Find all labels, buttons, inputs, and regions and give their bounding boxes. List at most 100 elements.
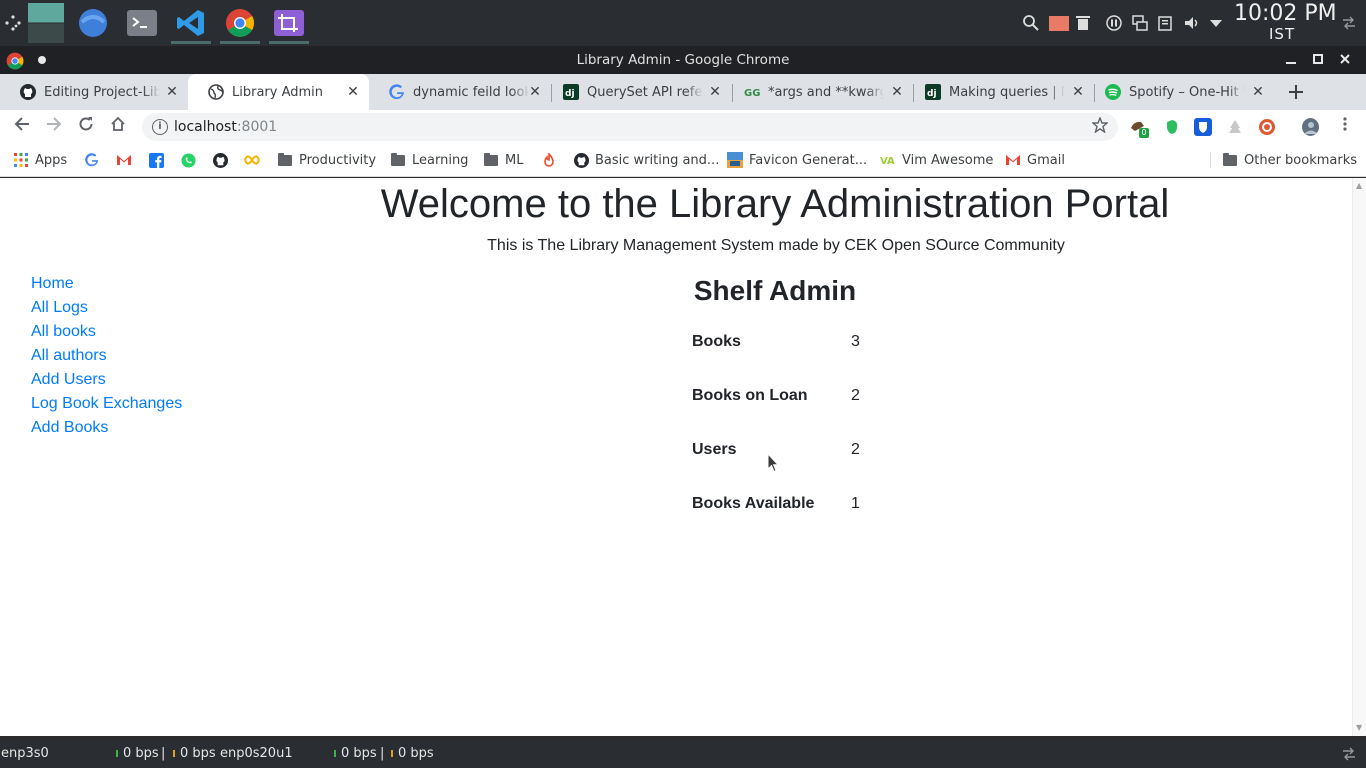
bookmark-gmail-icon-only[interactable] (116, 150, 138, 170)
tab-close-icon[interactable]: ✕ (527, 84, 543, 100)
folder-icon (1222, 152, 1238, 168)
scroll-down-icon[interactable]: ▼ (1356, 723, 1362, 732)
tab-title: dynamic feild lookup (413, 84, 529, 100)
tab-queryset-api[interactable]: dj QuerySet API reference ✕ (543, 74, 731, 110)
reload-button[interactable] (74, 115, 98, 139)
bookmark-whatsapp[interactable] (180, 150, 202, 170)
clipboard-icon[interactable] (1158, 15, 1172, 31)
forward-button[interactable] (42, 115, 66, 139)
panel-settings-icon[interactable] (1341, 746, 1357, 762)
bookmark-label: Favicon Generat... (749, 152, 868, 168)
tab-args-kwargs[interactable]: GG *args and **kwargs ✕ (724, 74, 913, 110)
sidebar-link-log-book-exchanges[interactable]: Log Book Exchanges (31, 392, 182, 416)
tray-expand-icon[interactable] (1210, 18, 1222, 28)
tab-library-admin[interactable]: Library Admin ✕ (188, 74, 369, 110)
home-icon (111, 116, 125, 131)
tab-close-icon[interactable]: ✕ (707, 84, 723, 100)
bookmark-folder-learning[interactable]: Learning (390, 150, 468, 170)
minimize-button[interactable] (1281, 50, 1301, 70)
tab-title: Library Admin (232, 84, 324, 100)
bookmark-other-bookmarks[interactable]: Other bookmarks (1222, 150, 1357, 170)
bookmark-google[interactable] (84, 150, 106, 170)
maximize-icon (1313, 54, 1323, 64)
clock-time[interactable]: 10:02 PM (1234, 1, 1337, 26)
bookmark-vim-awesome[interactable]: VA Vim Awesome (880, 150, 993, 170)
tab-dynamic-field-lookup[interactable]: dynamic feild lookup ✕ (369, 74, 551, 110)
svg-text:GG: GG (744, 88, 760, 99)
extension-tree-button[interactable] (1226, 118, 1244, 136)
profile-avatar[interactable] (1301, 118, 1319, 136)
bookmark-apps[interactable]: Apps (13, 150, 67, 170)
sidebar-link-all-authors[interactable]: All authors (31, 344, 182, 368)
bookmark-tensorflow[interactable] (541, 150, 563, 170)
tab-spotify[interactable]: Spotify – One-Hit Wonders ✕ (1085, 74, 1274, 110)
url-text[interactable]: localhost:8001 (174, 119, 277, 135)
screenshot-tool-app[interactable] (265, 0, 313, 46)
bookmark-favicon-generator[interactable]: Favicon Generat... (727, 150, 867, 170)
svg-text:dj: dj (565, 89, 575, 99)
bookmark-folder-ml[interactable]: ML (483, 150, 523, 170)
extension-bitwarden-button[interactable] (1194, 118, 1212, 136)
panel-settings-icon[interactable] (1341, 15, 1357, 31)
back-button[interactable] (10, 115, 34, 139)
folder-icon (277, 152, 293, 168)
extension-evernote-button[interactable] (1163, 118, 1181, 136)
bookmark-label: Gmail (1027, 152, 1065, 168)
home-button[interactable] (106, 115, 130, 139)
tab-making-queries[interactable]: dj Making queries | Django ✕ (905, 74, 1094, 110)
scroll-up-icon[interactable]: ▲ (1356, 181, 1362, 190)
chrome-app[interactable] (216, 0, 264, 46)
bookmark-star-icon[interactable] (1092, 117, 1108, 133)
network-icon[interactable] (1132, 15, 1148, 31)
sidebar-link-add-books[interactable]: Add Books (31, 416, 182, 440)
sidebar-link-all-books[interactable]: All books (31, 320, 182, 344)
new-tab-button[interactable] (1284, 80, 1308, 104)
chrome-menu-button[interactable] (1333, 115, 1357, 139)
extension-cookie-button[interactable]: 0 (1129, 118, 1149, 138)
tree-icon (1229, 120, 1241, 133)
address-bar[interactable]: i localhost:8001 (142, 113, 1118, 141)
bookmark-github[interactable] (212, 150, 234, 170)
app-launcher-icon[interactable] (4, 14, 22, 32)
bookmark-facebook[interactable] (148, 150, 170, 170)
facebook-icon (148, 152, 164, 168)
vscode-app[interactable] (167, 0, 215, 46)
volume-icon[interactable] (1184, 15, 1200, 31)
terminal-app[interactable] (118, 0, 166, 46)
close-window-button[interactable] (1335, 50, 1355, 70)
bookmark-gmail[interactable]: Gmail (1005, 150, 1065, 170)
site-info-icon[interactable]: i (152, 119, 168, 135)
tab-close-icon[interactable]: ✕ (164, 84, 180, 100)
infinity-icon (244, 152, 260, 168)
page-scrollbar[interactable]: ▲ ▼ (1352, 178, 1366, 736)
github-icon (20, 84, 36, 100)
browser-toolbar: i localhost:8001 0 (0, 110, 1366, 144)
system-tray (1022, 0, 1222, 46)
tab-close-icon[interactable]: ✕ (1250, 84, 1266, 100)
tab-close-icon[interactable]: ✕ (889, 84, 905, 100)
bookmark-label: Vim Awesome (902, 152, 994, 168)
maximize-button[interactable] (1308, 50, 1328, 70)
svg-text:VA: VA (880, 156, 895, 166)
bookmark-basic-writing[interactable]: Basic writing and... (573, 150, 719, 170)
pause-icon[interactable] (1106, 15, 1122, 31)
tab-title: Editing Project-Library (44, 84, 160, 100)
folder-icon (483, 152, 499, 168)
sidebar-link-add-users[interactable]: Add Users (31, 368, 182, 392)
spotify-icon (1105, 84, 1121, 100)
trash-icon[interactable] (1076, 15, 1090, 31)
file-manager-app[interactable] (69, 0, 117, 46)
extension-duckduckgo-button[interactable] (1258, 118, 1276, 136)
color-picker-icon[interactable] (1049, 15, 1069, 31)
shield-icon (1194, 118, 1212, 136)
tab-editing-project[interactable]: Editing Project-Library ✕ (0, 74, 188, 110)
desktop-grid-app[interactable] (22, 0, 70, 46)
bookmark-label: ML (505, 152, 524, 168)
bookmark-folder-productivity[interactable]: Productivity (277, 150, 376, 170)
chrome-icon (226, 9, 254, 37)
tab-close-icon[interactable]: ✕ (345, 84, 361, 100)
tab-close-icon[interactable]: ✕ (1070, 84, 1086, 100)
bookmark-infinity[interactable] (244, 150, 266, 170)
search-icon[interactable] (1022, 14, 1040, 32)
plus-icon (1289, 85, 1303, 99)
